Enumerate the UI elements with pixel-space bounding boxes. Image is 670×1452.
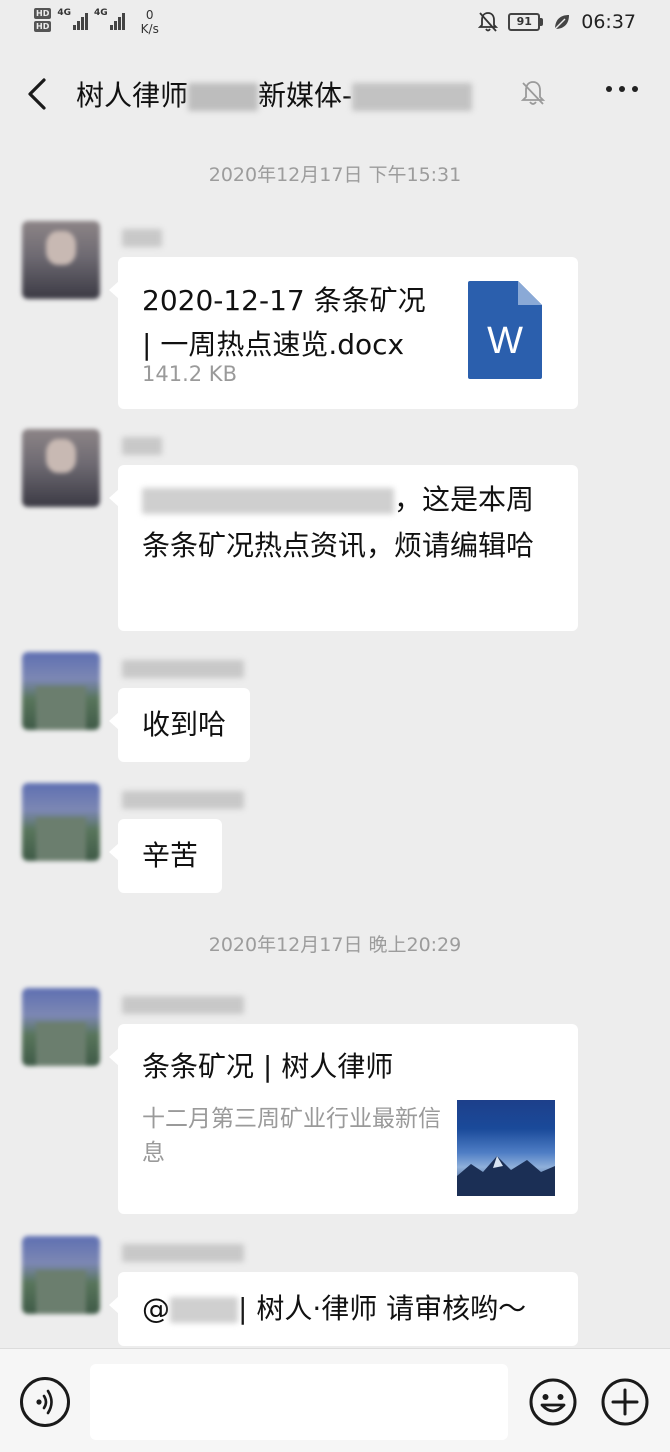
battery-level: 91 bbox=[508, 13, 541, 31]
redacted-block bbox=[122, 228, 162, 247]
article-card[interactable]: 条条矿况 | 树人律师 十二月第三周矿业行业最新信息 bbox=[109, 1024, 578, 1214]
message-text: 辛苦 bbox=[142, 839, 199, 872]
chat-header: 树人律师 新媒体- bbox=[0, 50, 670, 134]
message-text: | 树人·律师 请审核哟～ bbox=[238, 1292, 527, 1325]
status-right: 91 06:37 bbox=[478, 11, 636, 33]
network-speed: 0 K/s bbox=[141, 8, 159, 36]
sender-name bbox=[122, 435, 162, 455]
leaf-icon bbox=[554, 15, 570, 30]
avatar[interactable] bbox=[22, 429, 100, 507]
sender-name bbox=[122, 789, 244, 809]
timestamp-1: 2020年12月17日 下午15:31 bbox=[208, 164, 462, 186]
network-type-1: 4G bbox=[57, 8, 71, 18]
sender-name bbox=[122, 658, 244, 678]
text-bubble[interactable]: 收到哈 bbox=[108, 688, 251, 762]
word-letter: W bbox=[487, 320, 523, 362]
chat-title-part2: 新媒体- bbox=[258, 79, 353, 112]
network-speed-unit: K/s bbox=[140, 22, 159, 36]
message-text-1: ，这是本周条条矿况热点资讯，烦请编辑哈 bbox=[22, 429, 582, 634]
avatar[interactable] bbox=[22, 1236, 100, 1314]
network-type-2: 4G bbox=[94, 8, 108, 18]
message-text: 收到哈 bbox=[142, 708, 227, 741]
redacted-block bbox=[122, 436, 162, 455]
article-title: 条条矿况 | 树人律师 bbox=[142, 1050, 394, 1083]
sender-name bbox=[122, 227, 162, 247]
message-article: 条条矿况 | 树人律师 十二月第三周矿业行业最新信息 bbox=[22, 988, 582, 1218]
status-time: 06:37 bbox=[581, 11, 636, 33]
mountain-image bbox=[457, 1156, 555, 1196]
status-left: HD HD 4G 4G 0 K/s bbox=[34, 8, 159, 36]
message-text-2: 收到哈 bbox=[22, 652, 582, 764]
sender-name bbox=[122, 1242, 244, 1262]
more-options-icon[interactable] bbox=[606, 86, 638, 92]
chat-input-bar bbox=[0, 1348, 670, 1452]
file-card[interactable]: 2020-12-17 条条矿况 | 一周热点速览.docx 141.2 KB W bbox=[109, 257, 578, 409]
article-description: 十二月第三周矿业行业最新信息 bbox=[142, 1106, 441, 1166]
avatar[interactable] bbox=[22, 652, 100, 730]
message-input[interactable] bbox=[90, 1364, 508, 1440]
redacted-block bbox=[352, 83, 473, 111]
redacted-block bbox=[122, 995, 244, 1014]
signal-icon-1: 4G bbox=[57, 8, 88, 30]
avatar[interactable] bbox=[22, 221, 100, 299]
text-bubble[interactable]: @ | 树人·律师 请审核哟～ bbox=[109, 1272, 578, 1346]
redacted-block bbox=[170, 1297, 238, 1323]
mute-bell-icon bbox=[520, 81, 546, 105]
hd-badge-1: HD bbox=[34, 8, 52, 19]
plus-icon[interactable] bbox=[600, 1377, 650, 1427]
file-size: 141.2 KB bbox=[142, 362, 237, 386]
chat-title: 树人律师 新媒体- bbox=[76, 74, 473, 114]
status-bar: HD HD 4G 4G 0 K/s 91 06:37 bbox=[0, 0, 670, 44]
battery-icon: 91 bbox=[508, 13, 544, 31]
voice-icon bbox=[36, 1389, 53, 1415]
message-text-3: 辛苦 bbox=[22, 783, 582, 895]
text-bubble[interactable]: 辛苦 bbox=[108, 819, 223, 893]
sender-name bbox=[122, 994, 244, 1014]
redacted-block bbox=[188, 83, 259, 111]
text-bubble[interactable]: ，这是本周条条矿况热点资讯，烦请编辑哈 bbox=[109, 465, 578, 631]
redacted-block bbox=[122, 1243, 244, 1262]
file-name: 2020-12-17 条条矿况 | 一周热点速览.docx bbox=[142, 284, 426, 361]
message-text-4: @ | 树人·律师 请审核哟～ bbox=[22, 1236, 582, 1348]
signal-icon-2: 4G bbox=[94, 8, 125, 30]
voice-button[interactable] bbox=[20, 1377, 70, 1427]
avatar[interactable] bbox=[22, 988, 100, 1066]
mention-prefix: @ bbox=[142, 1292, 170, 1325]
word-document-icon: W bbox=[468, 281, 542, 379]
chat-title-part1: 树人律师 bbox=[76, 79, 189, 112]
notification-off-icon bbox=[478, 12, 499, 32]
back-chevron-icon[interactable] bbox=[24, 76, 52, 112]
emoji-icon[interactable] bbox=[528, 1377, 578, 1427]
redacted-block bbox=[122, 659, 244, 678]
redacted-block bbox=[142, 488, 394, 514]
hd-indicators: HD HD bbox=[34, 8, 52, 32]
article-thumbnail bbox=[457, 1100, 555, 1196]
network-speed-value: 0 bbox=[145, 8, 154, 22]
message-file: 2020-12-17 条条矿况 | 一周热点速览.docx 141.2 KB W bbox=[22, 221, 582, 411]
timestamp-2: 2020年12月17日 晚上20:29 bbox=[208, 934, 462, 956]
hd-badge-2: HD bbox=[34, 21, 52, 32]
redacted-block bbox=[122, 790, 244, 809]
avatar[interactable] bbox=[22, 783, 100, 861]
